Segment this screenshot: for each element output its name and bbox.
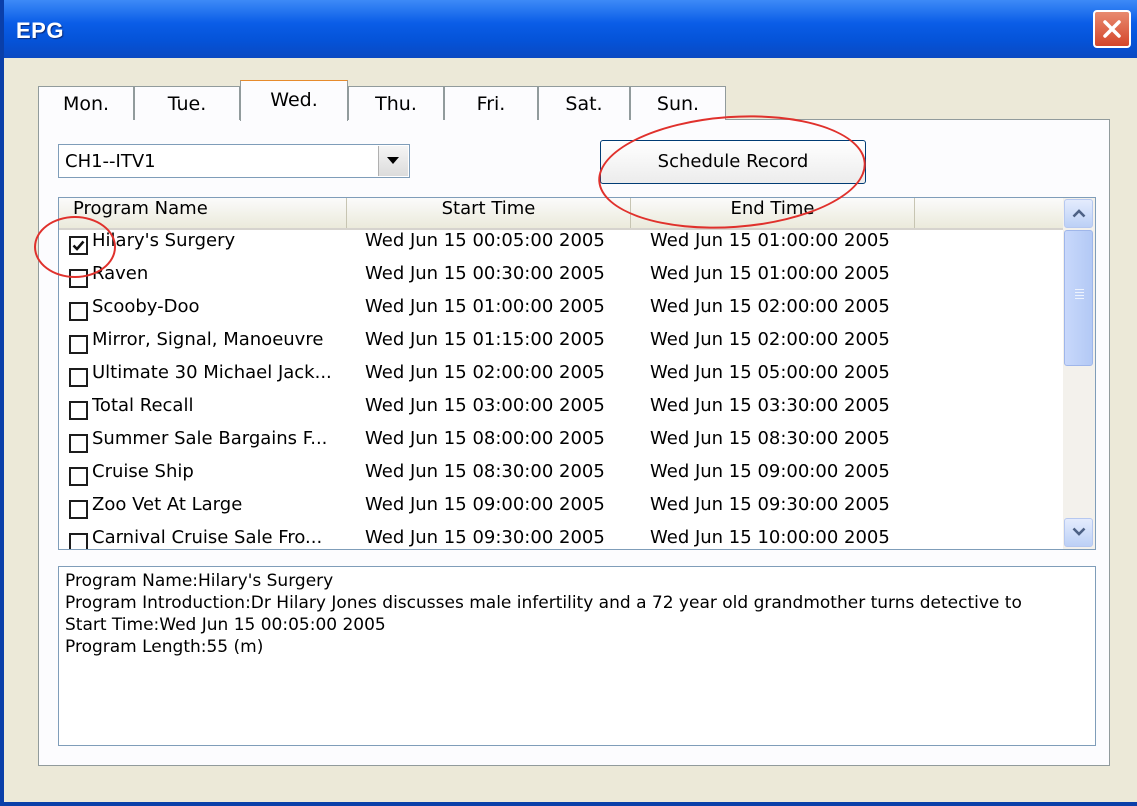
epg-window: EPG Mon. Tue. Wed. Thu. Fri. Sat. Sun. C…: [0, 0, 1137, 806]
window-title: EPG: [16, 18, 64, 43]
program-list-header: Program Name Start Time End Time: [59, 198, 1063, 230]
program-name-cell: Zoo Vet At Large: [92, 494, 243, 515]
table-row[interactable]: Zoo Vet At Large Wed Jun 15 09:00:00 200…: [59, 494, 1063, 527]
channel-select-button[interactable]: [378, 146, 408, 176]
program-list-scrollbar[interactable]: [1063, 198, 1095, 549]
table-row[interactable]: Raven Wed Jun 15 00:30:00 2005 Wed Jun 1…: [59, 263, 1063, 296]
start-time-cell: Wed Jun 15 08:00:00 2005: [365, 428, 605, 449]
start-time-cell: Wed Jun 15 09:00:00 2005: [365, 494, 605, 515]
end-time-cell: Wed Jun 15 08:30:00 2005: [650, 428, 890, 449]
program-name-cell: Ultimate 30 Michael Jack...: [92, 362, 332, 383]
record-checkbox[interactable]: [69, 302, 88, 321]
tab-fri[interactable]: Fri.: [444, 86, 538, 120]
tab-sun[interactable]: Sun.: [630, 86, 726, 120]
scroll-down-button[interactable]: [1064, 518, 1093, 547]
record-checkbox[interactable]: [69, 467, 88, 486]
program-name-cell: Mirror, Signal, Manoeuvre: [92, 329, 324, 350]
record-checkbox[interactable]: [69, 401, 88, 420]
end-time-cell: Wed Jun 15 05:00:00 2005: [650, 362, 890, 383]
record-checkbox[interactable]: [69, 533, 88, 549]
table-row[interactable]: Scooby-Doo Wed Jun 15 01:00:00 2005 Wed …: [59, 296, 1063, 329]
program-name-cell: Scooby-Doo: [92, 296, 200, 317]
tab-thu[interactable]: Thu.: [348, 86, 444, 120]
scroll-up-button[interactable]: [1064, 199, 1093, 228]
end-time-cell: Wed Jun 15 09:30:00 2005: [650, 494, 890, 515]
program-list: Program Name Start Time End Time Hilary'…: [58, 197, 1096, 550]
detail-start-time: Start Time:Wed Jun 15 00:05:00 2005: [65, 615, 386, 635]
table-row[interactable]: Total Recall Wed Jun 15 03:00:00 2005 We…: [59, 395, 1063, 428]
end-time-cell: Wed Jun 15 09:00:00 2005: [650, 461, 890, 482]
end-time-cell: Wed Jun 15 01:00:00 2005: [650, 230, 890, 251]
table-row[interactable]: Carnival Cruise Sale Fro... Wed Jun 15 0…: [59, 527, 1063, 549]
start-time-cell: Wed Jun 15 03:00:00 2005: [365, 395, 605, 416]
program-name-cell: Carnival Cruise Sale Fro...: [92, 527, 323, 548]
tab-wed[interactable]: Wed.: [240, 80, 348, 121]
table-row[interactable]: Cruise Ship Wed Jun 15 08:30:00 2005 Wed…: [59, 461, 1063, 494]
scroll-thumb[interactable]: [1064, 230, 1093, 366]
end-time-cell: Wed Jun 15 02:00:00 2005: [650, 296, 890, 317]
table-row[interactable]: Summer Sale Bargains F... Wed Jun 15 08:…: [59, 428, 1063, 461]
start-time-cell: Wed Jun 15 00:05:00 2005: [365, 230, 605, 251]
detail-program-name: Program Name:Hilary's Surgery: [65, 571, 334, 591]
annotation-circle-checkbox: [34, 216, 116, 278]
start-time-cell: Wed Jun 15 09:30:00 2005: [365, 527, 605, 548]
table-row[interactable]: Mirror, Signal, Manoeuvre Wed Jun 15 01:…: [59, 329, 1063, 362]
program-name-cell: Raven: [92, 263, 149, 284]
end-time-cell: Wed Jun 15 02:00:00 2005: [650, 329, 890, 350]
record-checkbox[interactable]: [69, 500, 88, 519]
title-bar[interactable]: EPG: [4, 0, 1137, 58]
channel-select[interactable]: CH1--ITV1: [58, 144, 410, 178]
end-time-cell: Wed Jun 15 03:30:00 2005: [650, 395, 890, 416]
program-name-cell: Total Recall: [92, 395, 194, 416]
start-time-cell: Wed Jun 15 02:00:00 2005: [365, 362, 605, 383]
record-checkbox[interactable]: [69, 368, 88, 387]
column-header-start-time[interactable]: Start Time: [347, 198, 631, 228]
grip-icon: [1075, 289, 1084, 290]
program-details: Program Name:Hilary's Surgery Program In…: [58, 566, 1096, 746]
detail-program-length: Program Length:55 (m): [65, 637, 264, 657]
column-header-empty: [915, 198, 1063, 228]
record-checkbox[interactable]: [69, 434, 88, 453]
program-name-cell: Hilary's Surgery: [92, 230, 236, 251]
close-button[interactable]: [1093, 10, 1131, 48]
start-time-cell: Wed Jun 15 08:30:00 2005: [365, 461, 605, 482]
tab-tue[interactable]: Tue.: [134, 86, 240, 120]
channel-select-value: CH1--ITV1: [65, 151, 156, 172]
record-checkbox[interactable]: [69, 335, 88, 354]
program-name-cell: Summer Sale Bargains F...: [92, 428, 328, 449]
start-time-cell: Wed Jun 15 01:15:00 2005: [365, 329, 605, 350]
table-row[interactable]: Ultimate 30 Michael Jack... Wed Jun 15 0…: [59, 362, 1063, 395]
tab-mon[interactable]: Mon.: [38, 86, 134, 120]
start-time-cell: Wed Jun 15 00:30:00 2005: [365, 263, 605, 284]
program-name-cell: Cruise Ship: [92, 461, 194, 482]
tab-sat[interactable]: Sat.: [538, 86, 630, 120]
start-time-cell: Wed Jun 15 01:00:00 2005: [365, 296, 605, 317]
window-client-area: Mon. Tue. Wed. Thu. Fri. Sat. Sun. CH1--…: [8, 58, 1137, 802]
table-row[interactable]: Hilary's Surgery Wed Jun 15 00:05:00 200…: [59, 230, 1063, 263]
detail-program-introduction: Program Introduction:Dr Hilary Jones dis…: [65, 593, 1022, 613]
end-time-cell: Wed Jun 15 01:00:00 2005: [650, 263, 890, 284]
end-time-cell: Wed Jun 15 10:00:00 2005: [650, 527, 890, 548]
